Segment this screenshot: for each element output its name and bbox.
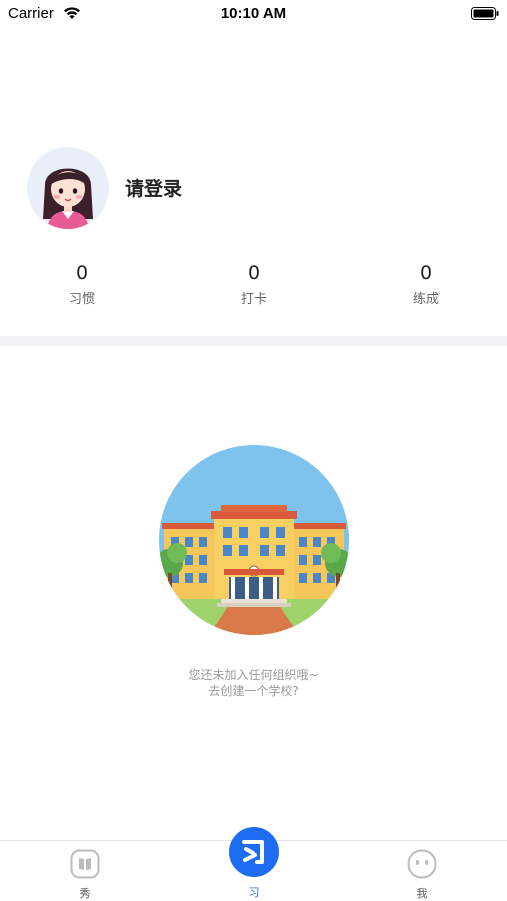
stat-checkins[interactable]: 0 打卡 — [194, 262, 314, 308]
create-school-link[interactable]: 去创建一个学校? — [0, 683, 507, 699]
tab-me[interactable]: 我 — [362, 841, 482, 901]
status-bar: Carrier 10:10 AM — [0, 0, 507, 28]
tab-show[interactable]: 秀 — [25, 841, 145, 901]
tab-label: 我 — [416, 887, 428, 900]
status-time: 10:10 AM — [220, 5, 287, 22]
stat-value: 0 — [75, 262, 89, 284]
stat-value: 0 — [419, 262, 433, 284]
habit-logo-icon — [242, 840, 264, 864]
stat-value: 0 — [247, 262, 261, 284]
tab-label: 习 — [248, 886, 260, 899]
stat-label: 练成 — [412, 292, 439, 307]
stat-habits[interactable]: 0 习惯 — [22, 262, 142, 308]
stat-label: 习惯 — [68, 292, 95, 307]
tab-label: 秀 — [79, 887, 91, 900]
face-icon — [407, 849, 437, 879]
avatar[interactable] — [27, 147, 109, 229]
section-divider — [0, 336, 507, 346]
tab-habit[interactable] — [229, 827, 279, 877]
girl-avatar-icon — [27, 147, 109, 229]
login-prompt[interactable]: 请登录 — [125, 174, 182, 201]
stat-label: 打卡 — [240, 292, 267, 307]
battery-icon — [471, 7, 499, 20]
empty-state-message: 您还未加入任何组织哦~ — [188, 668, 319, 682]
book-icon — [70, 849, 100, 879]
stat-achieved[interactable]: 0 练成 — [366, 262, 486, 308]
school-building-icon — [159, 445, 349, 635]
